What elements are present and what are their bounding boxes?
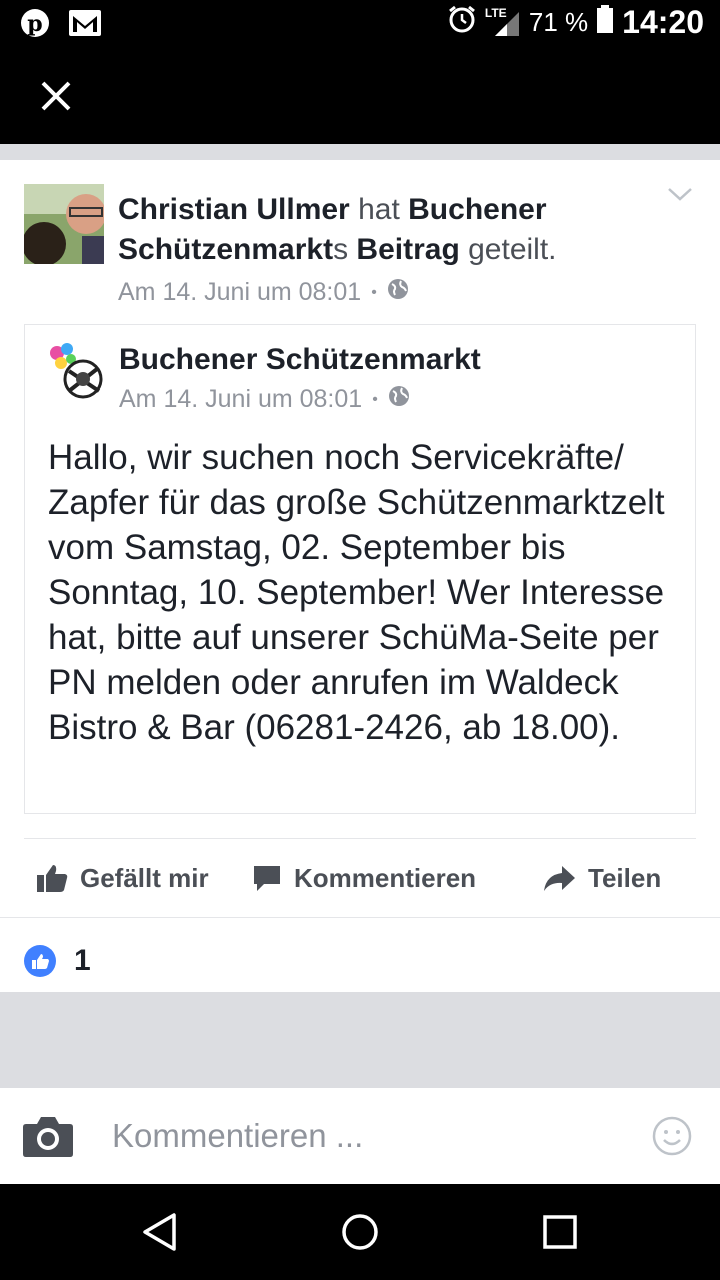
meta-separator: • xyxy=(372,390,378,408)
actions-divider xyxy=(24,838,696,839)
recents-square-icon xyxy=(543,1215,577,1249)
top-bar xyxy=(0,48,720,144)
post-link[interactable]: Beitrag xyxy=(356,233,459,266)
clock: 14:20 xyxy=(622,4,704,40)
comment-bar xyxy=(0,1088,720,1184)
like-reaction-icon xyxy=(24,945,56,977)
post-card: Christian Ullmer hat Buchener Schützenma… xyxy=(0,160,720,992)
post-options-button[interactable] xyxy=(666,184,694,204)
back-triangle-icon xyxy=(143,1213,176,1251)
post-actions: Gefällt mir Kommentieren Teilen xyxy=(0,850,720,906)
close-icon xyxy=(41,81,71,111)
emoji-button[interactable] xyxy=(652,1116,692,1156)
page-logo[interactable] xyxy=(47,343,107,403)
author-name-link[interactable]: Christian Ullmer xyxy=(118,193,350,226)
reactions-summary[interactable]: 1 xyxy=(24,944,91,978)
reactions-divider xyxy=(0,917,720,918)
recents-button[interactable] xyxy=(540,1212,580,1252)
shared-post-timestamp[interactable]: Am 14. Juni um 08:01 xyxy=(119,385,362,414)
header-possessive: s xyxy=(333,233,349,266)
comment-input[interactable] xyxy=(112,1110,622,1162)
comments-area xyxy=(0,992,720,1088)
battery-percent: 71 % xyxy=(528,7,589,37)
camera-icon xyxy=(23,1117,73,1157)
thumbs-up-icon xyxy=(37,865,68,892)
header-shared: geteilt. xyxy=(468,233,557,266)
like-button[interactable]: Gefällt mir xyxy=(36,850,209,906)
shared-post[interactable]: Buchener Schützenmarkt Am 14. Juni um 08… xyxy=(24,324,696,814)
home-circle-icon xyxy=(342,1214,378,1250)
meta-separator: • xyxy=(371,283,377,301)
like-label: Gefällt mir xyxy=(80,862,209,893)
signal-icon: LTE xyxy=(485,6,521,38)
share-button[interactable]: Teilen xyxy=(542,850,661,906)
battery-icon xyxy=(596,4,614,41)
camera-button[interactable] xyxy=(22,1114,74,1158)
top-divider xyxy=(0,144,720,160)
share-label: Teilen xyxy=(588,862,662,893)
comment-label: Kommentieren xyxy=(294,862,477,893)
globe-icon xyxy=(388,385,410,414)
like-count: 1 xyxy=(74,944,91,977)
close-button[interactable] xyxy=(38,78,74,114)
pinterest-icon: p xyxy=(20,8,50,43)
comment-icon xyxy=(254,866,280,891)
smiley-icon xyxy=(652,1116,692,1156)
chevron-down-icon xyxy=(668,188,692,201)
post-timestamp[interactable]: Am 14. Juni um 08:01 xyxy=(118,278,361,307)
alarm-icon xyxy=(447,4,477,41)
gmail-icon xyxy=(68,8,102,43)
header-verb: hat xyxy=(358,193,400,226)
svg-text:p: p xyxy=(27,11,42,37)
status-bar: p LTE 71 % 14:20 xyxy=(0,0,720,48)
back-button[interactable] xyxy=(140,1212,180,1252)
home-button[interactable] xyxy=(340,1212,380,1252)
comment-button[interactable]: Kommentieren xyxy=(252,850,476,906)
navigation-bar xyxy=(0,1184,720,1280)
share-arrow-icon xyxy=(544,866,575,891)
shared-post-meta: Am 14. Juni um 08:01 • xyxy=(119,385,410,414)
globe-icon xyxy=(387,278,409,307)
author-avatar[interactable] xyxy=(24,184,104,264)
post-header: Christian Ullmer hat Buchener Schützenma… xyxy=(118,190,638,270)
shared-page-name[interactable]: Buchener Schützenmarkt xyxy=(119,343,481,377)
shared-post-body: Hallo, wir suchen noch Servicekräfte/ Za… xyxy=(48,438,665,747)
post-meta: Am 14. Juni um 08:01 • xyxy=(118,278,409,307)
